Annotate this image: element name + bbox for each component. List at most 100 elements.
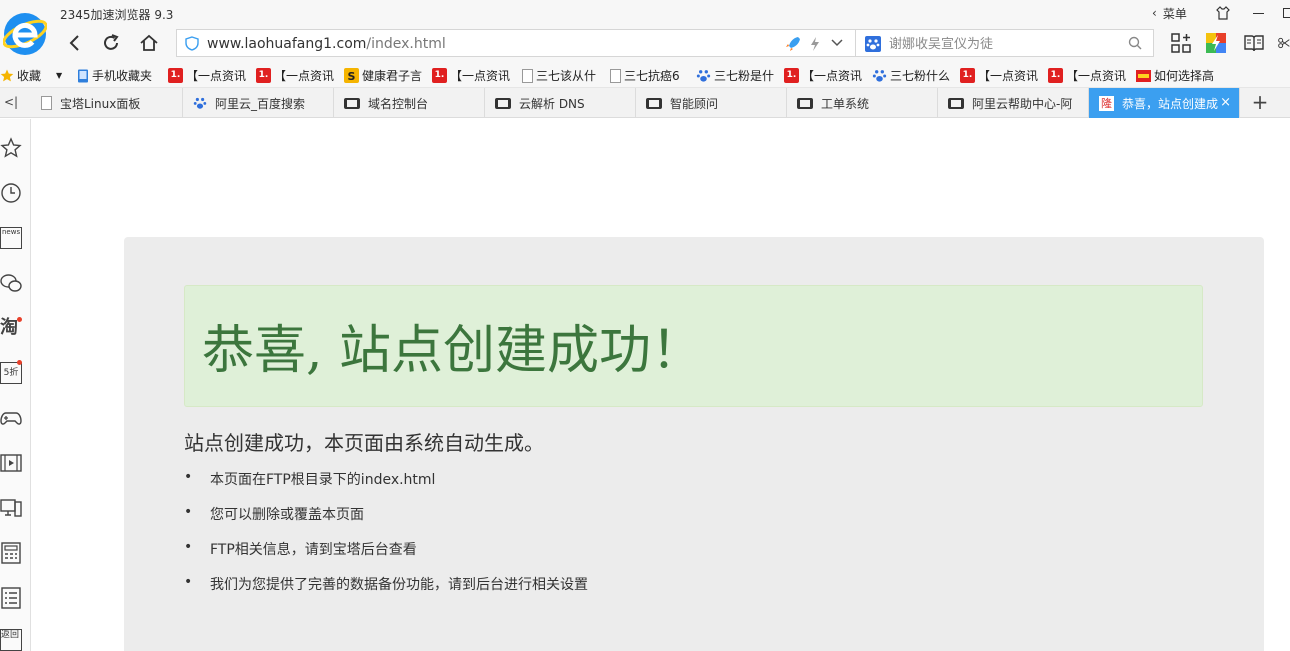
bookmark-item[interactable]: 三七粉是什 bbox=[696, 67, 774, 84]
tab-label: 智能顾问 bbox=[670, 96, 719, 111]
bookmark-label: 【一点资讯 bbox=[274, 69, 335, 83]
page-title: 恭喜, 站点创建成功！ bbox=[202, 321, 704, 381]
maximize-button[interactable] bbox=[1278, 4, 1290, 22]
doc-icon bbox=[41, 96, 52, 110]
star-icon[interactable] bbox=[0, 137, 22, 159]
bookmark-item[interactable]: 三七粉什么 bbox=[872, 67, 950, 84]
scissors-icon[interactable] bbox=[1278, 32, 1290, 54]
bookmark-item[interactable]: 1. 【一点资讯 bbox=[256, 67, 334, 84]
bookmark-label: 【一点资讯 bbox=[978, 69, 1039, 83]
bookmark-item[interactable]: 1. 【一点资讯 bbox=[960, 67, 1038, 84]
aliyun-icon bbox=[646, 97, 662, 109]
aliyun-icon bbox=[797, 97, 813, 109]
bookmark-label: 【一点资讯 bbox=[186, 69, 247, 83]
menu-button[interactable]: ‹ 菜单 bbox=[1152, 4, 1187, 22]
clock-icon[interactable] bbox=[0, 182, 22, 204]
bookmark-label: 如何选择高 bbox=[1154, 69, 1215, 83]
shield-icon bbox=[185, 36, 199, 51]
bookmark-item[interactable]: 1. 【一点资讯 bbox=[784, 67, 862, 84]
tab-tickets[interactable]: 工单系统 bbox=[787, 88, 938, 118]
new-tab-button[interactable]: + bbox=[1250, 92, 1270, 112]
rocket-icon[interactable] bbox=[784, 35, 802, 53]
list-icon[interactable] bbox=[0, 587, 22, 609]
list-item: 我们为您提供了完善的数据备份功能，请到后台进行相关设置 bbox=[184, 574, 588, 609]
back-icon[interactable]: 返回 bbox=[0, 629, 22, 651]
tab-scroll-left-icon[interactable]: <| bbox=[4, 95, 18, 109]
yidian-icon: 1. bbox=[432, 68, 447, 83]
bookmark-item[interactable]: 1. 【一点资讯 bbox=[168, 67, 246, 84]
aliyun-icon bbox=[495, 97, 511, 109]
tab-label: 工单系统 bbox=[821, 96, 870, 111]
news-icon[interactable]: news bbox=[0, 227, 22, 249]
minimize-button[interactable] bbox=[1248, 4, 1268, 22]
search-input[interactable] bbox=[889, 34, 1119, 54]
bookmarks-bar: 收藏 ▼ 手机收藏夹 1. 【一点资讯 1. 【一点资讯 S 健康君子言 1. … bbox=[0, 62, 1290, 88]
apps-grid-icon[interactable] bbox=[1170, 32, 1192, 54]
search-icon[interactable] bbox=[1128, 36, 1142, 50]
home-button[interactable] bbox=[136, 30, 162, 56]
bookmark-item[interactable]: 1. 【一点资讯 bbox=[432, 67, 510, 84]
tab-dns[interactable]: 云解析 DNS bbox=[485, 88, 636, 118]
video-icon[interactable] bbox=[0, 452, 22, 474]
bookmark-item[interactable]: S 健康君子言 bbox=[344, 67, 422, 84]
computer-icon[interactable] bbox=[0, 497, 22, 519]
address-bar[interactable]: www.laohuafang1.com/index.html bbox=[176, 29, 856, 57]
aliyun-icon bbox=[344, 97, 360, 109]
lightning-icon[interactable] bbox=[809, 36, 821, 52]
bookmark-label: 三七该从什 bbox=[536, 69, 597, 83]
discount-icon[interactable]: 5折 bbox=[0, 362, 22, 384]
bookmark-item[interactable]: 三七该从什 bbox=[522, 67, 596, 84]
bookmark-label: 三七粉什么 bbox=[890, 69, 951, 83]
url-path: /index.html bbox=[366, 36, 446, 52]
bookmark-label: 【一点资讯 bbox=[802, 69, 863, 83]
list-item: 本页面在FTP根目录下的index.html bbox=[184, 469, 588, 504]
dropdown-arrow-icon: ▼ bbox=[56, 71, 63, 80]
tab-help-center[interactable]: 阿里云帮助中心-阿 bbox=[938, 88, 1089, 118]
tab-label: 宝塔Linux面板 bbox=[60, 96, 141, 111]
sidebar: news 淘 5折 返回 bbox=[0, 119, 31, 651]
doc-icon bbox=[522, 68, 533, 83]
notification-dot bbox=[17, 360, 22, 365]
reader-mode-icon[interactable] bbox=[1243, 32, 1265, 54]
tab-active-site[interactable]: 隆 恭喜，站点创建成 × bbox=[1089, 88, 1240, 118]
bookmark-item[interactable]: 1. 【一点资讯 bbox=[1048, 67, 1126, 84]
favorites-menu[interactable]: 收藏 ▼ bbox=[0, 67, 62, 84]
skin-shirt-icon[interactable] bbox=[1213, 4, 1233, 22]
game-center-icon[interactable] bbox=[1205, 32, 1227, 54]
calculator-icon[interactable] bbox=[0, 542, 22, 564]
tab-strip: <| 宝塔Linux面板 阿里云_百度搜索 域名控制台 云解析 DNS 智能顾问… bbox=[0, 88, 1290, 118]
info-list: 本页面在FTP根目录下的index.html 您可以删除或覆盖本页面 FTP相关… bbox=[184, 469, 588, 609]
chevron-down-icon[interactable] bbox=[831, 37, 843, 49]
bookmark-label: 三七粉是什 bbox=[714, 69, 775, 83]
phone-icon bbox=[78, 69, 88, 82]
bookmark-label: 【一点资讯 bbox=[450, 69, 511, 83]
yidian-icon: 1. bbox=[960, 68, 975, 83]
content-container: 恭喜, 站点创建成功！ 站点创建成功，本页面由系统自动生成。 本页面在FTP根目… bbox=[124, 237, 1264, 651]
tab-advisor[interactable]: 智能顾问 bbox=[636, 88, 787, 118]
baidu-paw-icon bbox=[872, 70, 887, 82]
search-bar[interactable] bbox=[856, 29, 1154, 57]
list-item: FTP相关信息，请到宝塔后台查看 bbox=[184, 539, 588, 574]
tab-baidu-search[interactable]: 阿里云_百度搜索 bbox=[183, 88, 334, 118]
reload-button[interactable] bbox=[98, 30, 124, 56]
tab-label: 恭喜，站点创建成 bbox=[1122, 96, 1219, 111]
taobao-icon-text: 淘 bbox=[0, 317, 18, 338]
tab-domain-console[interactable]: 域名控制台 bbox=[334, 88, 485, 118]
menu-label: 菜单 bbox=[1162, 6, 1187, 21]
site-icon: 隆 bbox=[1099, 95, 1114, 111]
doc-icon bbox=[610, 68, 621, 83]
bookmark-item[interactable]: 三七抗癌6 bbox=[610, 67, 680, 84]
close-tab-icon[interactable]: × bbox=[1220, 95, 1231, 110]
tab-baota[interactable]: 宝塔Linux面板 bbox=[31, 88, 183, 118]
wechat-icon[interactable] bbox=[0, 272, 22, 294]
bookmark-label: 【一点资讯 bbox=[1066, 69, 1127, 83]
bookmark-item[interactable]: 手机收藏夹 bbox=[77, 67, 152, 84]
notification-dot bbox=[17, 317, 22, 322]
bookmark-item[interactable]: 如何选择高 bbox=[1136, 67, 1214, 84]
chevron-left-icon: ‹ bbox=[1152, 6, 1157, 20]
gamepad-icon[interactable] bbox=[0, 407, 22, 429]
yidian-icon: 1. bbox=[168, 68, 183, 83]
back-button[interactable] bbox=[62, 30, 88, 56]
tab-label: 阿里云帮助中心-阿 bbox=[972, 96, 1073, 111]
favorites-label: 收藏 bbox=[17, 69, 42, 83]
